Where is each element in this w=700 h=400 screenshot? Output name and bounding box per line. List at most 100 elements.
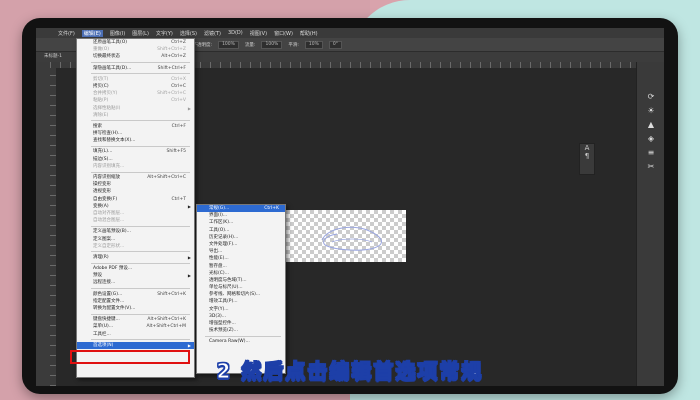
sketch-stroke (321, 226, 382, 251)
histogram-icon[interactable]: ▲ (645, 120, 657, 130)
submenu-item-label: 历史记录(H)... (209, 234, 239, 240)
edit-menu-item[interactable]: 定义自定形状... (77, 243, 194, 250)
edit-menu-item[interactable]: 内容识别填充... (77, 163, 194, 170)
menubar-item[interactable]: 文字(Y) (156, 30, 173, 37)
edit-menu-item[interactable]: 工具栏... (77, 331, 194, 338)
options-field[interactable]: 不透明度: (193, 42, 213, 48)
edit-menu-item[interactable]: 定义画笔预设(B)... (77, 228, 194, 235)
edit-menu-item[interactable]: 填充(L)... Shift+F5 (77, 148, 194, 155)
layers-icon[interactable]: ◈ (645, 134, 657, 144)
menubar-item[interactable]: 帮助(H) (300, 30, 318, 37)
preferences-submenu-item[interactable]: 常规(G)... Ctrl+K (197, 205, 285, 213)
menu-item-label: 重做(O) (93, 47, 110, 53)
character-icon[interactable]: A (580, 144, 594, 152)
document-canvas[interactable] (282, 210, 406, 262)
preferences-submenu-item[interactable]: 工具(O)... (197, 227, 285, 234)
edit-menu-item[interactable]: 预设 ▶ (77, 272, 194, 279)
preferences-submenu-item[interactable]: 技术预览(Z)... (197, 327, 285, 334)
menu-item-label: 描边(S)... (93, 156, 113, 162)
options-field[interactable]: 100% (261, 40, 283, 49)
character-panel-mini[interactable]: A ¶ (579, 143, 595, 175)
edit-menu-item[interactable]: 合并拷贝(Y) Shift+Ctrl+C (77, 90, 194, 97)
menubar-item[interactable]: 窗口(W) (274, 30, 293, 37)
submenu-item-label: 单位与标尺(U)... (209, 285, 243, 291)
preferences-submenu-item[interactable]: 暂存盘... (197, 263, 285, 270)
edit-menu-item[interactable]: 重做(O) Shift+Ctrl+Z (77, 46, 194, 53)
edit-menu-item[interactable]: 键盘快捷键... Alt+Shift+Ctrl+K (77, 316, 194, 323)
menu-item-label: 指定配置文件... (93, 298, 125, 304)
edit-menu-item[interactable]: 清除(E) (77, 112, 194, 119)
edit-menu-item[interactable]: 菜单(U)... Alt+Shift+Ctrl+M (77, 323, 194, 330)
menu-item-shortcut: Ctrl+F (171, 123, 186, 129)
preferences-submenu-item[interactable]: 单位与标尺(U)... (197, 284, 285, 291)
preferences-submenu-item[interactable]: 文件处理(F)... (197, 241, 285, 248)
menubar-item[interactable]: 文件(F) (58, 30, 75, 37)
options-field[interactable]: 100% (218, 40, 239, 49)
edit-menu-item[interactable]: 远程连接... (77, 279, 194, 286)
paths-icon[interactable]: ✂ (645, 162, 657, 172)
sun-icon[interactable]: ☀ (645, 106, 657, 116)
menu-item-label: 转换为配置文件(V)... (93, 306, 136, 311)
edit-menu-item[interactable]: 变换(A) ▶ (77, 203, 194, 210)
menubar-item[interactable]: 图层(L) (132, 30, 149, 37)
options-field[interactable]: 10% (304, 40, 323, 49)
edit-menu-item[interactable]: 首选项(N) ▶ (77, 341, 194, 349)
edit-menu-item[interactable]: 转换为配置文件(V)... (77, 305, 194, 312)
edit-menu-item[interactable]: 颜色设置(G)... Shift+Ctrl+K (77, 291, 194, 298)
preferences-submenu-item[interactable]: 透明度与色域(T)... (197, 277, 285, 284)
edit-menu-item[interactable]: 搜索 Ctrl+F (77, 123, 194, 130)
preferences-submenu-item[interactable]: Camera Raw(W)... (197, 338, 285, 345)
preferences-submenu-item[interactable]: 光标(C)... (197, 270, 285, 277)
paragraph-icon[interactable]: ¶ (580, 152, 594, 160)
edit-menu-item[interactable]: 透视变形 (77, 188, 194, 195)
edit-menu-item[interactable]: 内容识别缩放 Alt+Shift+Ctrl+C (77, 174, 194, 181)
menu-item-label: 拼写检查(H)... (93, 131, 123, 137)
edit-menu-item[interactable]: 指定配置文件... (77, 298, 194, 305)
edit-menu-item[interactable]: 自由变换(F) Ctrl+T (77, 196, 194, 203)
menubar-item[interactable]: 选择(S) (180, 30, 197, 37)
preferences-submenu-item[interactable]: 3D(3)... (197, 313, 285, 320)
menu-item-label: 预设 (93, 273, 102, 279)
options-field[interactable]: 0° (328, 40, 343, 49)
preferences-submenu-item[interactable]: 导出... (197, 248, 285, 255)
menubar-item[interactable]: 3D(D) (228, 30, 243, 36)
tool-panel[interactable] (36, 62, 50, 386)
submenu-item-label: 常规(G)... (209, 206, 230, 211)
edit-menu-item[interactable]: 清理(R) ▶ (77, 254, 194, 261)
edit-menu-item[interactable]: 自动混合图层... (77, 217, 194, 224)
submenu-item-label: 技术预览(Z)... (209, 328, 238, 334)
channels-icon[interactable]: ≡ (645, 148, 657, 158)
edit-menu-item[interactable]: 定义图案... (77, 236, 194, 243)
edit-menu-item[interactable]: 剪切(T) Ctrl+X (77, 76, 194, 83)
menubar-item[interactable]: 图像(I) (110, 30, 125, 37)
preferences-submenu-item[interactable]: 工作区(K)... (197, 219, 285, 226)
preferences-submenu-item[interactable]: 增效工具(P)... (197, 298, 285, 305)
preferences-submenu-item[interactable]: 性能(E)... (197, 255, 285, 262)
menubar-item[interactable]: 编辑(E) (81, 29, 103, 37)
preferences-submenu-item[interactable]: 文字(Y)... (197, 306, 285, 313)
edit-menu-item[interactable]: 还原画笔工具(O) Ctrl+Z (77, 39, 194, 46)
menubar-item[interactable]: 视图(V) (250, 30, 267, 37)
options-field[interactable]: 流量: (245, 42, 256, 48)
adjust-icon[interactable]: ⟳ (645, 92, 657, 102)
menu-separator (91, 339, 190, 341)
preferences-submenu-item[interactable]: 增强型控件... (197, 320, 285, 327)
edit-menu-item[interactable]: 切换最终状态 Alt+Ctrl+Z (77, 53, 194, 60)
edit-menu-item[interactable]: 拷贝(C) Ctrl+C (77, 83, 194, 90)
menu-item-shortcut: Shift+Ctrl+K (157, 291, 186, 297)
preferences-submenu-item[interactable]: 界面(I)... (197, 212, 285, 219)
edit-menu-item[interactable]: Adobe PDF 预设... (77, 265, 194, 272)
edit-menu-item[interactable]: 描边(S)... (77, 156, 194, 163)
edit-menu-item[interactable]: 查找和替换文本(X)... (77, 137, 194, 144)
preferences-submenu-item[interactable]: 历史记录(H)... (197, 234, 285, 241)
edit-menu-item[interactable]: 拼写检查(H)... (77, 130, 194, 137)
edit-menu-item[interactable]: 渐隐画笔工具(D)... Shift+Ctrl+F (77, 65, 194, 72)
options-field[interactable]: 平滑: (288, 42, 299, 48)
edit-menu-item[interactable]: 操控变形 (77, 181, 194, 188)
preferences-submenu-item[interactable]: 参考线、网格和切片(S)... (197, 291, 285, 298)
edit-menu-item[interactable]: 粘贴(P) Ctrl+V (77, 97, 194, 104)
menu-separator (91, 262, 190, 264)
edit-menu-item[interactable]: 选择性粘贴(I) ▶ (77, 105, 194, 112)
edit-menu-item[interactable]: 自动对齐图层... (77, 210, 194, 217)
menubar-item[interactable]: 滤镜(T) (204, 30, 221, 37)
